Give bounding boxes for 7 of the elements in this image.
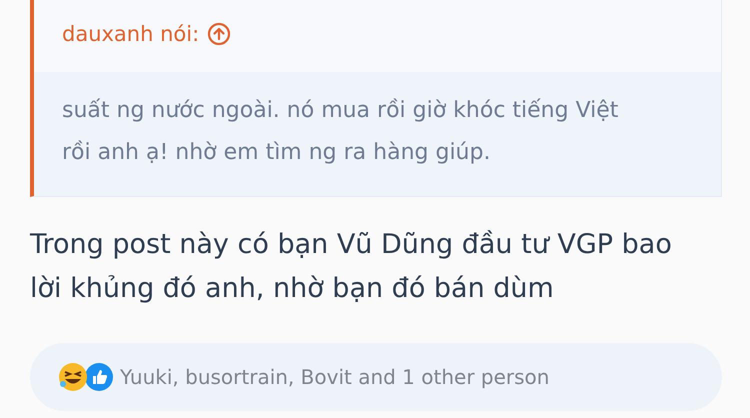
- thumbs-up-icon: [84, 362, 114, 392]
- quote-text: suất ng nước ngoài. nó mua rồi giờ khóc tiếng Việt rồi anh ạ! nhờ em tìm ng ra hàng giúp.: [62, 98, 618, 165]
- laughing-emoji-icon: [58, 362, 88, 392]
- reactions-text: Yuuki, busortrain, Bovit and 1 other person: [120, 365, 550, 389]
- reactions-bar[interactable]: Yuuki, busortrain, Bovit and 1 other person: [30, 343, 722, 411]
- quote-author[interactable]: dauxanh nói:: [62, 22, 200, 46]
- post-text: Trong post này có bạn Vũ Dũng đầu tư VGP bao lời khủng đó anh, nhờ bạn đó bán dùm: [30, 228, 673, 306]
